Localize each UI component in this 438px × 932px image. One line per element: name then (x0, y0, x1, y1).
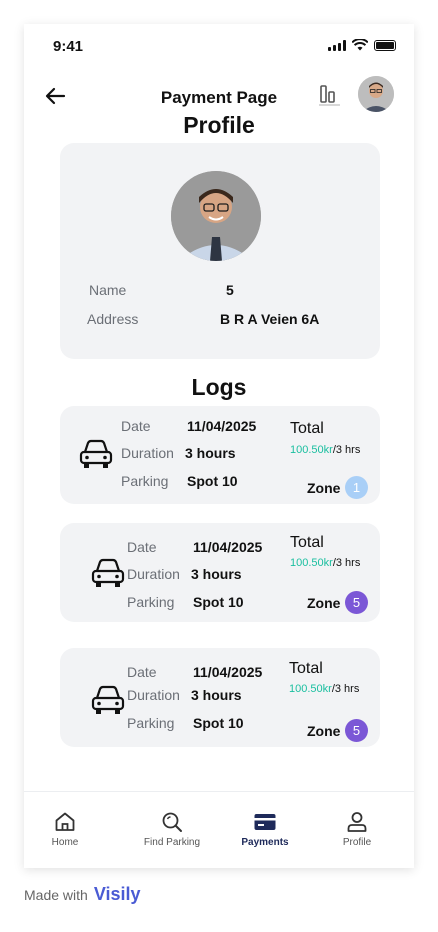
car-icon (91, 558, 125, 587)
bottom-nav: Home Find Parking Payments Profile (24, 791, 414, 868)
price-text: 100.50kr/3 hrs (290, 557, 360, 569)
phone-frame: 9:41 Payment Page Profile Name 5 Address… (24, 24, 414, 868)
user-icon (347, 812, 367, 832)
made-with-footer[interactable]: Made with Visily (24, 884, 141, 905)
nav-label-payments: Payments (241, 837, 289, 848)
profile-section-title: Profile (183, 112, 255, 138)
duration-label: Duration (121, 445, 174, 461)
parking-value: Spot 10 (193, 715, 244, 731)
status-time: 9:41 (53, 38, 84, 55)
price-amount: 100.50kr (290, 444, 333, 456)
nav-item-profile[interactable]: Profile (312, 810, 402, 848)
profile-avatar (171, 171, 261, 261)
profile-card: Name 5 Address B R A Veien 6A (60, 143, 380, 359)
log-card[interactable]: Date 11/04/2025 Duration 3 hours Parking… (60, 523, 380, 622)
address-value: B R A Veien 6A (220, 311, 320, 327)
status-bar: 9:41 (24, 24, 414, 68)
made-with-text: Made with (24, 886, 88, 903)
duration-value: 3 hours (185, 445, 236, 461)
zone-badge: 5 (345, 719, 368, 742)
price-suffix: /3 hrs (332, 557, 361, 569)
bar-chart-icon[interactable] (318, 84, 342, 108)
nav-item-find-parking[interactable]: Find Parking (127, 810, 217, 848)
price-suffix: /3 hrs (332, 444, 361, 456)
price-amount: 100.50kr (289, 683, 332, 695)
date-label: Date (127, 664, 157, 680)
date-value: 11/04/2025 (193, 664, 263, 680)
zone-badge: 1 (345, 476, 368, 499)
nav-item-home[interactable]: Home (24, 810, 110, 848)
total-label: Total (290, 534, 324, 551)
car-icon (91, 685, 125, 714)
zone-label: Zone (307, 595, 341, 611)
zone-label: Zone (307, 723, 341, 739)
nav-label-home: Home (51, 837, 79, 848)
card-icon (254, 814, 276, 830)
wifi-icon (352, 39, 368, 51)
log-card[interactable]: Date 11/04/2025 Duration 3 hours Parking… (60, 648, 380, 747)
parking-label: Parking (127, 594, 175, 610)
parking-label: Parking (121, 473, 169, 489)
zone-label: Zone (307, 480, 341, 496)
price-suffix: /3 hrs (331, 683, 360, 695)
visily-brand-text: Visily (93, 884, 141, 904)
status-icons (328, 39, 396, 51)
price-text: 100.50kr/3 hrs (289, 683, 359, 695)
price-text: 100.50kr/3 hrs (290, 444, 360, 456)
nav-label-find-parking: Find Parking (143, 837, 201, 848)
total-label: Total (290, 420, 324, 437)
signal-icon (328, 39, 346, 51)
zone-badge: 5 (345, 591, 368, 614)
nav-label-profile: Profile (342, 837, 372, 848)
date-label: Date (127, 539, 157, 555)
duration-value: 3 hours (191, 687, 242, 703)
name-value: 5 (226, 282, 234, 298)
parking-value: Spot 10 (193, 594, 244, 610)
name-label: Name (89, 282, 127, 298)
date-value: 11/04/2025 (187, 418, 257, 434)
parking-value: Spot 10 (187, 473, 238, 489)
address-label: Address (87, 311, 139, 327)
header-avatar[interactable] (358, 76, 394, 112)
car-icon (79, 439, 113, 468)
duration-label: Duration (127, 566, 180, 582)
battery-icon (374, 39, 396, 51)
date-label: Date (121, 418, 151, 434)
duration-value: 3 hours (191, 566, 242, 582)
visily-logo: Visily (94, 884, 141, 905)
logs-section-title: Logs (191, 374, 247, 400)
nav-item-payments[interactable]: Payments (220, 810, 310, 848)
price-amount: 100.50kr (290, 557, 333, 569)
total-label: Total (289, 660, 323, 677)
home-icon (55, 812, 75, 831)
parking-label: Parking (127, 715, 175, 731)
log-card[interactable]: Date 11/04/2025 Duration 3 hours Parking… (60, 406, 380, 504)
search-icon (162, 812, 182, 832)
date-value: 11/04/2025 (193, 539, 263, 555)
page-title: Payment Page (160, 88, 278, 107)
duration-label: Duration (127, 687, 180, 703)
